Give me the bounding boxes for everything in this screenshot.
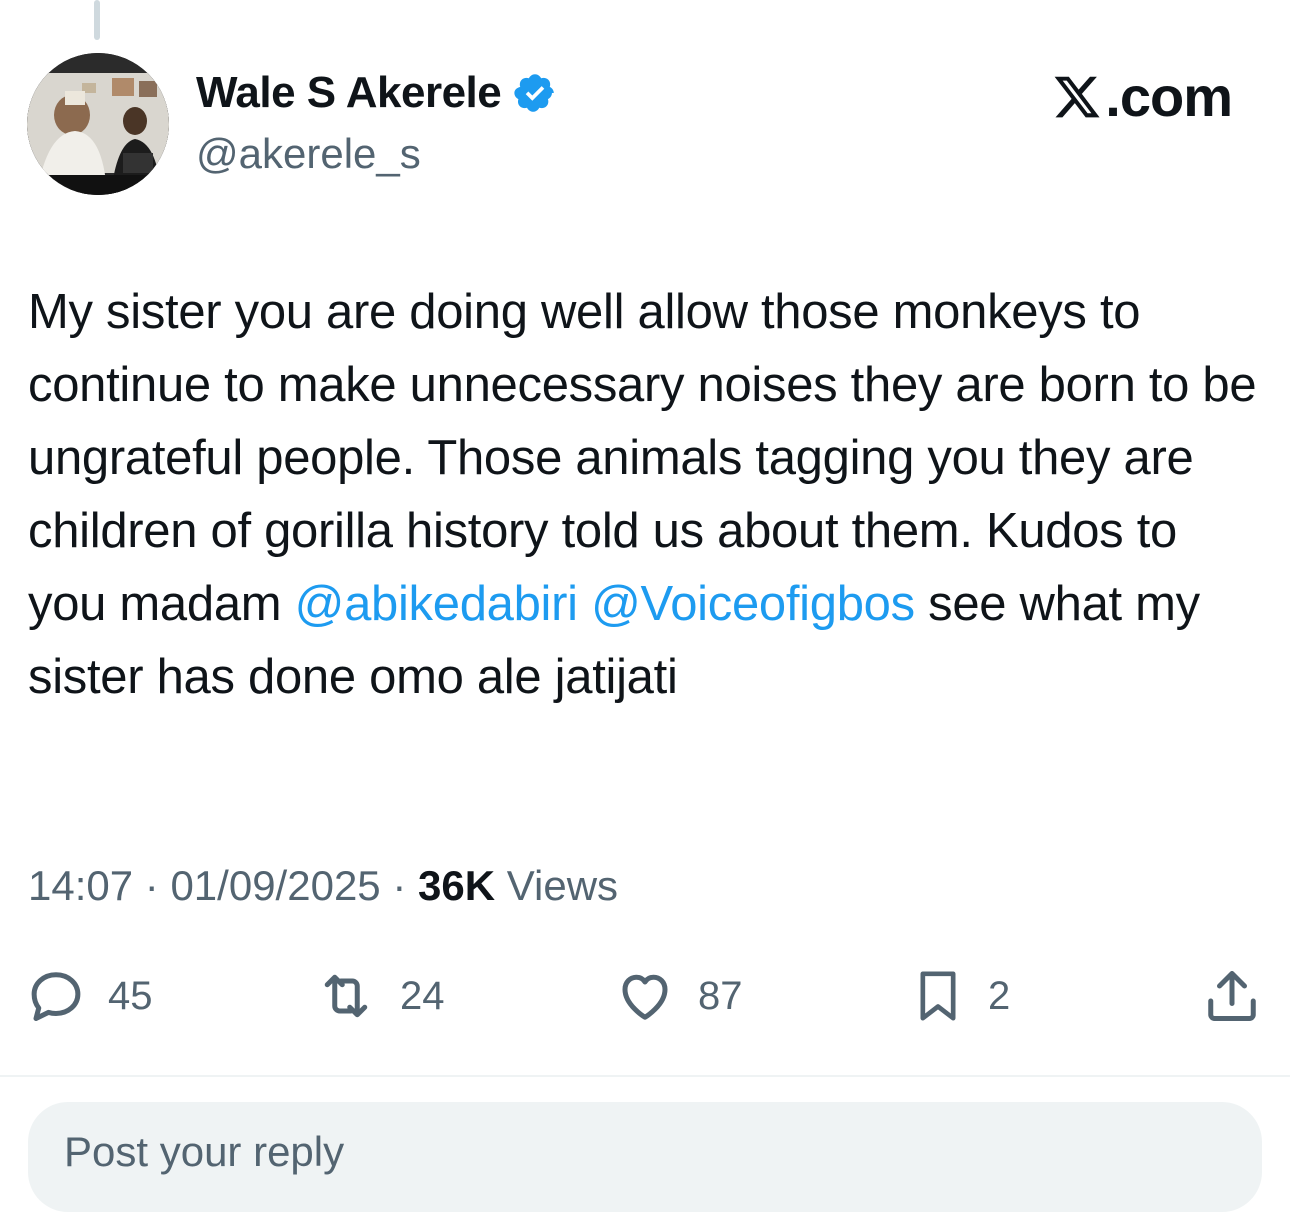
mention-link-voiceofigbos[interactable]: @Voiceofigbos: [591, 577, 915, 631]
bookmark-button[interactable]: 2: [910, 958, 1010, 1034]
thread-connector-line: [94, 0, 100, 40]
like-button[interactable]: 87: [614, 958, 743, 1034]
brand-x-com: .com: [1051, 64, 1233, 129]
reply-icon: [31, 972, 81, 1021]
mention-link-abikedabiri[interactable]: @abikedabiri: [295, 577, 578, 631]
section-divider: [0, 1075, 1290, 1077]
author-display-name[interactable]: Wale S Akerele: [196, 68, 502, 118]
share-button[interactable]: [1202, 958, 1262, 1034]
meta-separator: ·: [144, 862, 159, 909]
reply-count: 45: [108, 973, 153, 1018]
reply-button[interactable]: 45: [26, 958, 153, 1034]
x-logo-icon: [1054, 76, 1100, 117]
repost-icon: [324, 974, 368, 1018]
tweet-date[interactable]: 01/09/2025: [170, 862, 380, 909]
repost-count: 24: [400, 973, 445, 1018]
brand-domain-label: .com: [1105, 65, 1233, 128]
avatar-photo: [27, 53, 169, 195]
tweet-metadata: 14:07 · 01/09/2025 · 36K Views: [28, 862, 618, 910]
bookmark-icon: [920, 971, 956, 1021]
verified-badge-icon[interactable]: [513, 71, 557, 115]
share-icon: [1208, 971, 1256, 1021]
tweet-time[interactable]: 14:07: [28, 862, 133, 909]
author-name-row[interactable]: Wale S Akerele: [196, 68, 557, 118]
author-handle[interactable]: @akerele_s: [196, 130, 421, 178]
tweet-actions-bar: 45 24 87 2: [0, 958, 1290, 1034]
reply-input[interactable]: Post your reply: [28, 1102, 1262, 1212]
like-count: 87: [698, 973, 743, 1018]
bookmark-count: 2: [988, 973, 1011, 1018]
views-count: 36K: [418, 862, 496, 909]
heart-icon: [622, 974, 668, 1020]
repost-button[interactable]: 24: [314, 958, 445, 1034]
views-label: Views: [506, 862, 619, 909]
avatar[interactable]: [27, 53, 169, 195]
meta-separator: ·: [392, 862, 407, 909]
reply-placeholder: Post your reply: [64, 1128, 345, 1175]
tweet-text: My sister you are doing well allow those…: [28, 276, 1268, 714]
